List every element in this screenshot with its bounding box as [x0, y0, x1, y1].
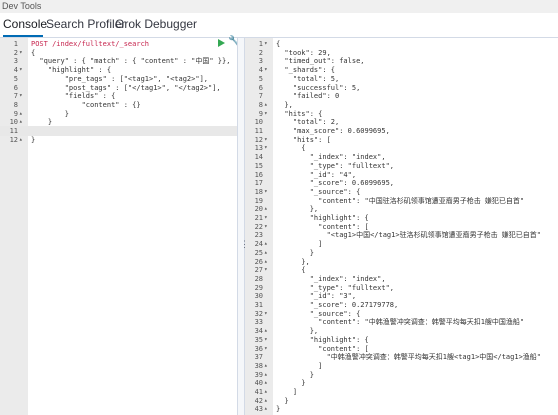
response-viewer[interactable]: 1 ▾{2 "took": 29, 3 "timed_out": false, 4 ▾ …	[245, 38, 558, 415]
line-number: 43	[254, 405, 263, 414]
code-text: }	[276, 405, 281, 414]
response-line[interactable]: 43 ▴}	[245, 404, 558, 414]
request-line[interactable]: 12 ▴}	[0, 135, 237, 145]
pane-divider[interactable]: ⋮	[237, 38, 249, 415]
tab-grok-debugger[interactable]: Grok Debugger	[115, 16, 197, 33]
app-title: Dev Tools	[2, 1, 42, 11]
tab-console[interactable]: Console	[3, 16, 47, 33]
tab-bar: Console Search Profiler Grok Debugger	[0, 13, 558, 38]
title-bar: Dev Tools	[0, 0, 558, 14]
active-tab-indicator	[3, 35, 43, 37]
line-number: 12	[9, 135, 18, 144]
code-text: }	[31, 135, 36, 144]
fold-toggle-icon[interactable]: ▴	[19, 135, 27, 145]
request-editor[interactable]: 🔧 1 POST /index/fulltext/_search 2 ▾{3 "que…	[0, 37, 240, 415]
fold-toggle-icon[interactable]: ▴	[264, 404, 272, 414]
tab-search-profiler[interactable]: Search Profiler	[46, 16, 125, 33]
